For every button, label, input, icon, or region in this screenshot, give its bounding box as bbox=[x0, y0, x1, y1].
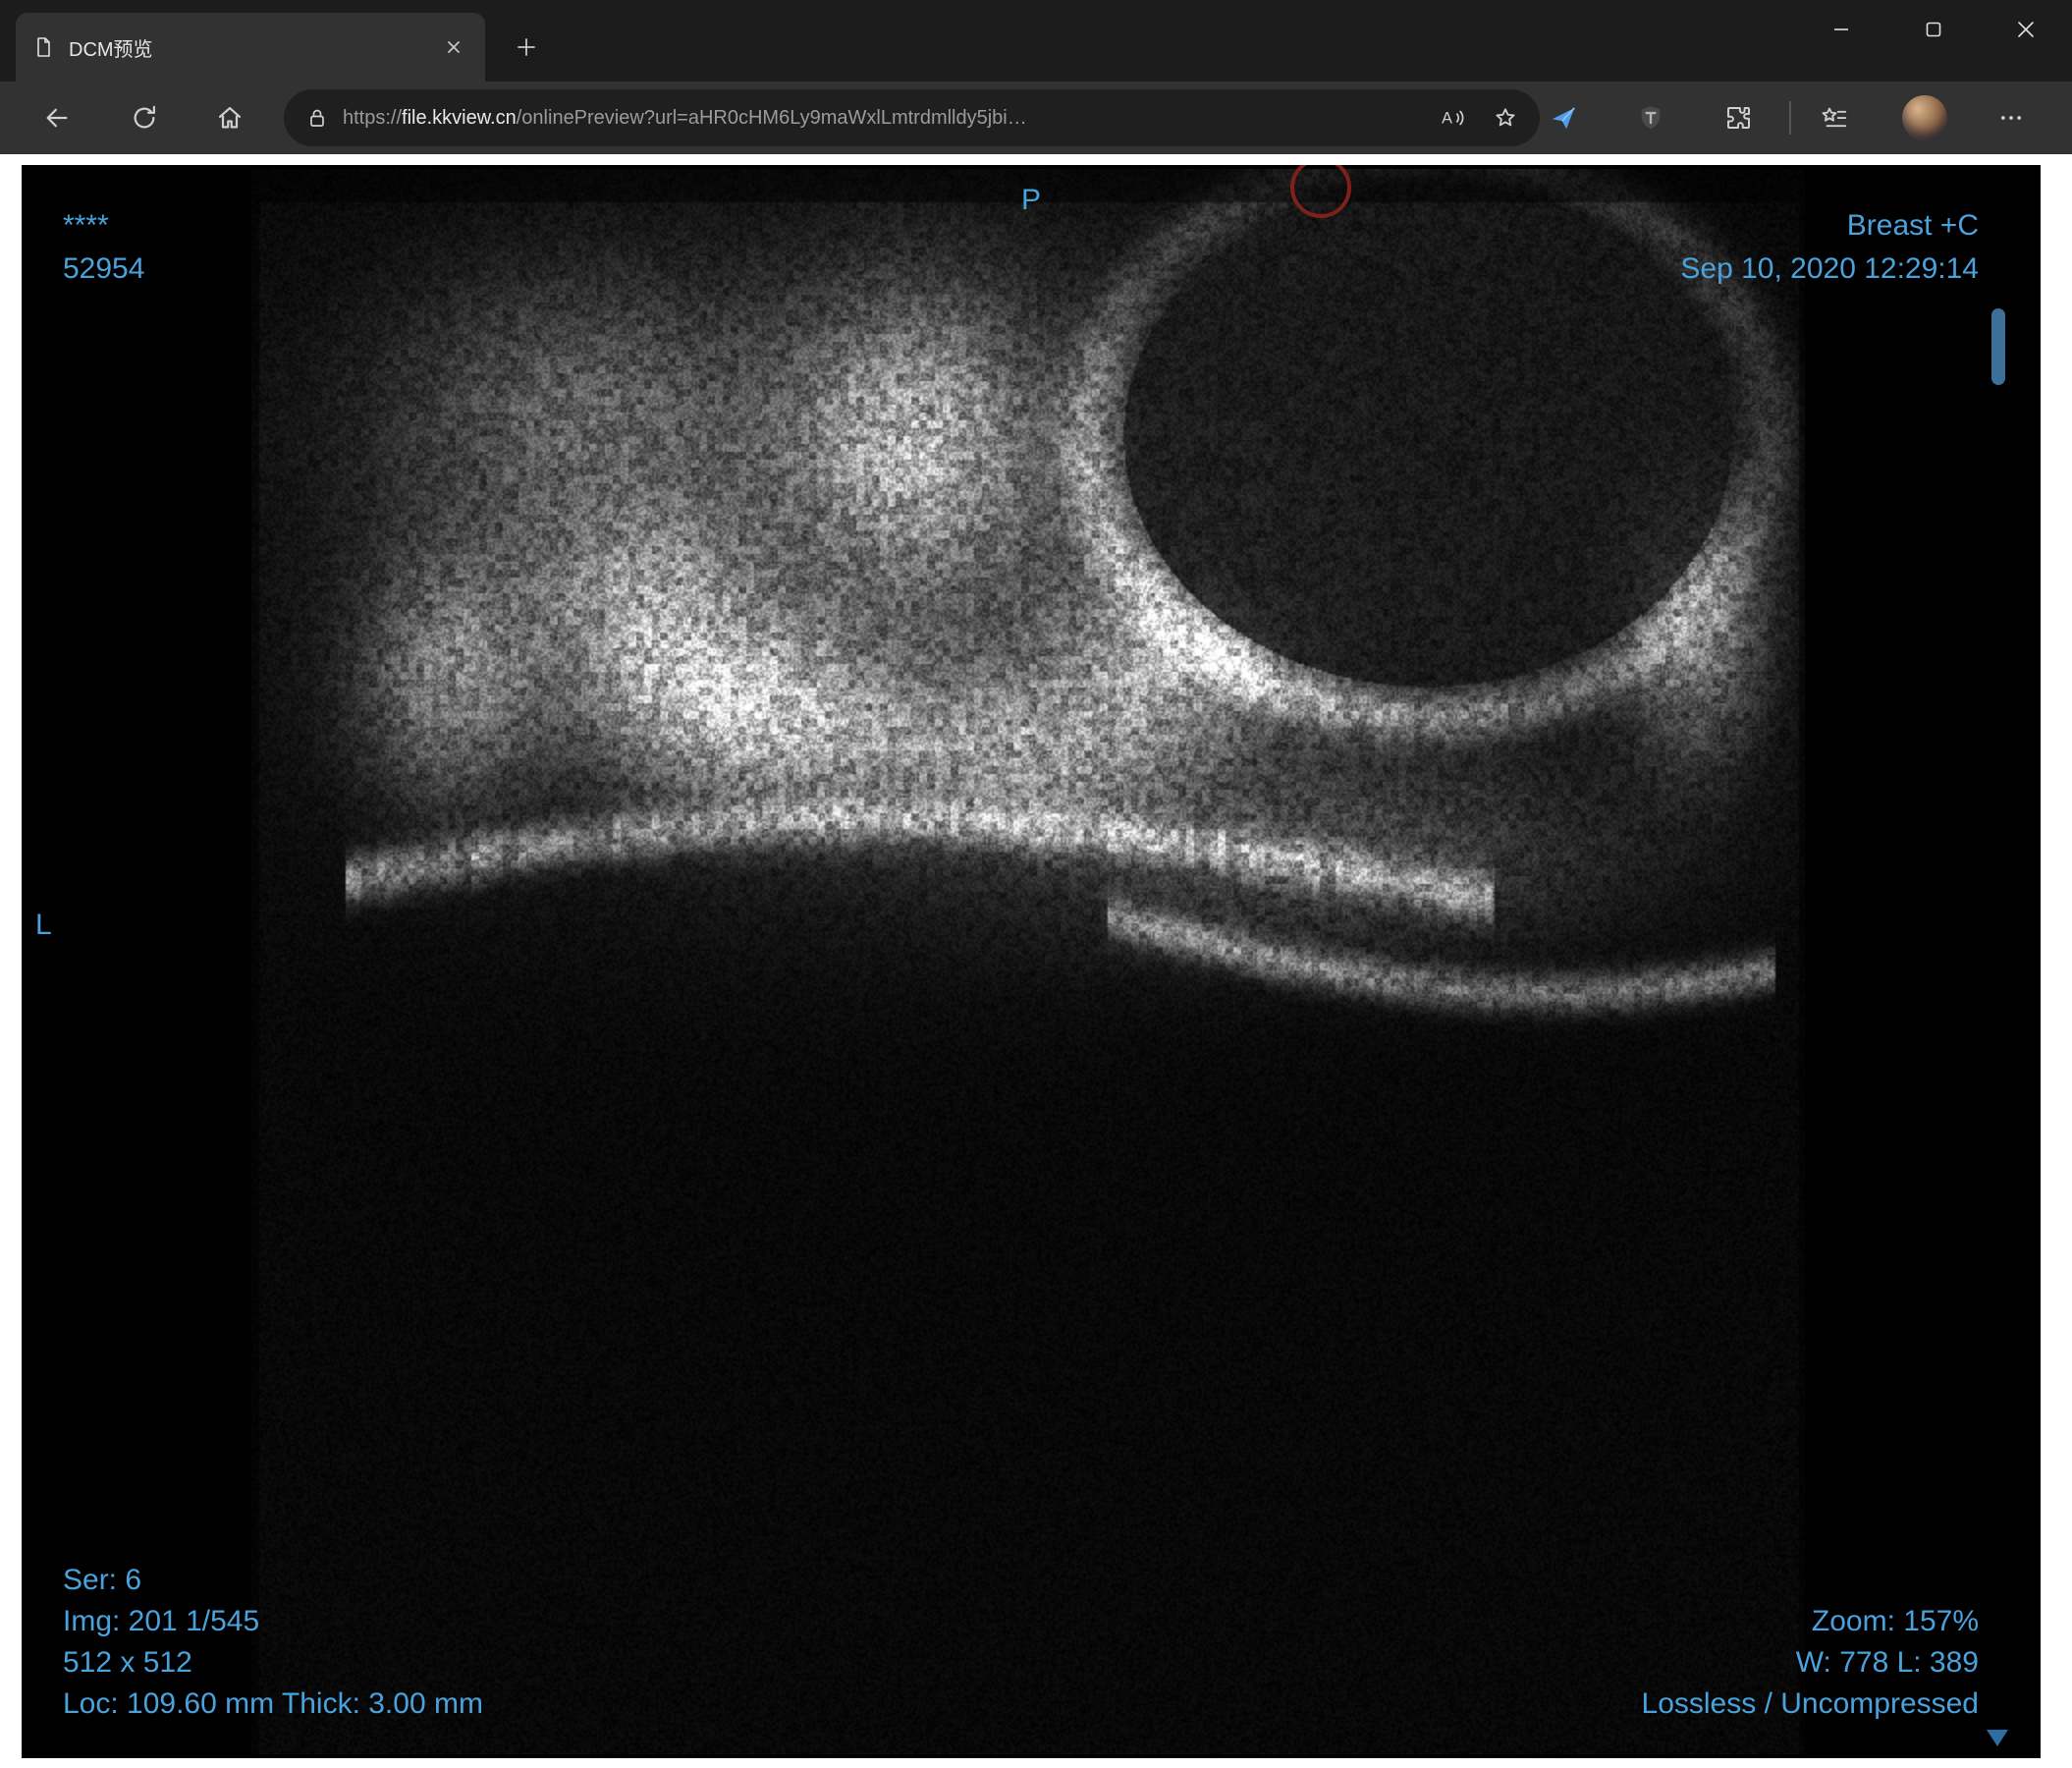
url-text: https://file.kkview.cn/onlinePreview?url… bbox=[343, 107, 1426, 130]
lock-icon[interactable] bbox=[305, 106, 329, 130]
compression-info: Lossless / Uncompressed bbox=[1641, 1687, 1979, 1720]
browser-window: DCM预览 https://file.kkview.cn/onlinePrevi… bbox=[0, 0, 2072, 1768]
page-content: **** 52954 P L Breast +C Sep 10, 2020 12… bbox=[0, 154, 2072, 1768]
tab-title: DCM预览 bbox=[69, 38, 153, 61]
window-minimize-button[interactable] bbox=[1795, 0, 1887, 59]
mri-image[interactable] bbox=[251, 169, 1805, 1754]
favorites-list-icon[interactable] bbox=[1813, 96, 1856, 139]
settings-menu-icon[interactable] bbox=[1990, 96, 2033, 139]
address-bar[interactable]: https://file.kkview.cn/onlinePreview?url… bbox=[284, 89, 1540, 146]
favorite-star-icon[interactable] bbox=[1493, 105, 1518, 131]
window-maximize-button[interactable] bbox=[1887, 0, 1980, 59]
url-path: /onlinePreview?url=aHR0cHM6Ly9maWxlLmtrd… bbox=[516, 106, 1027, 129]
back-button[interactable] bbox=[35, 96, 79, 139]
browser-tab[interactable]: DCM预览 bbox=[16, 13, 485, 82]
zoom-level: Zoom: 157% bbox=[1811, 1605, 1979, 1637]
tab-close-icon[interactable] bbox=[438, 31, 469, 63]
study-description: Breast +C bbox=[1846, 209, 1979, 242]
window-controls bbox=[1795, 0, 2072, 59]
slice-location: Loc: 109.60 mm Thick: 3.00 mm bbox=[63, 1687, 483, 1720]
url-protocol: https:// bbox=[343, 106, 403, 129]
home-button[interactable] bbox=[208, 96, 251, 139]
study-info-overlay: Breast +C Sep 10, 2020 12:29:14 bbox=[1680, 204, 1979, 291]
document-icon bbox=[31, 35, 55, 59]
profile-avatar[interactable] bbox=[1902, 95, 1947, 140]
refresh-button[interactable] bbox=[123, 96, 166, 139]
image-matrix: 512 x 512 bbox=[63, 1646, 192, 1679]
dicom-viewer[interactable]: **** 52954 P L Breast +C Sep 10, 2020 12… bbox=[22, 165, 2041, 1758]
image-number: Img: 201 1/545 bbox=[63, 1605, 260, 1637]
series-info-overlay: Ser: 6 Img: 201 1/545 512 x 512 Loc: 109… bbox=[63, 1560, 483, 1725]
tab-strip: DCM预览 bbox=[0, 0, 2072, 82]
url-domain: file.kkview.cn bbox=[402, 106, 517, 129]
svg-text:A: A bbox=[1442, 109, 1452, 127]
window-close-button[interactable] bbox=[1980, 0, 2072, 59]
display-info-overlay: Zoom: 157% W: 778 L: 389 Lossless / Unco… bbox=[1642, 1601, 1979, 1725]
read-aloud-icon[interactable]: A bbox=[1440, 105, 1465, 131]
new-tab-button[interactable] bbox=[505, 26, 548, 69]
extension-icon-shield-t[interactable] bbox=[1629, 96, 1672, 139]
scroll-down-arrow-icon[interactable] bbox=[1987, 1730, 2008, 1746]
extension-icon-blue[interactable] bbox=[1542, 96, 1585, 139]
series-number: Ser: 6 bbox=[63, 1564, 142, 1596]
toolbar-divider bbox=[1789, 101, 1791, 135]
extensions-puzzle-icon[interactable] bbox=[1717, 96, 1760, 139]
series-scrollbar-thumb[interactable] bbox=[1991, 308, 2005, 385]
patient-id: 52954 bbox=[63, 252, 145, 285]
window-level: W: 778 L: 389 bbox=[1795, 1646, 1979, 1679]
study-datetime: Sep 10, 2020 12:29:14 bbox=[1680, 252, 1979, 285]
address-bar-actions: A bbox=[1440, 105, 1518, 131]
browser-toolbar: https://file.kkview.cn/onlinePreview?url… bbox=[0, 82, 2072, 154]
orientation-marker-left: L bbox=[35, 909, 52, 941]
